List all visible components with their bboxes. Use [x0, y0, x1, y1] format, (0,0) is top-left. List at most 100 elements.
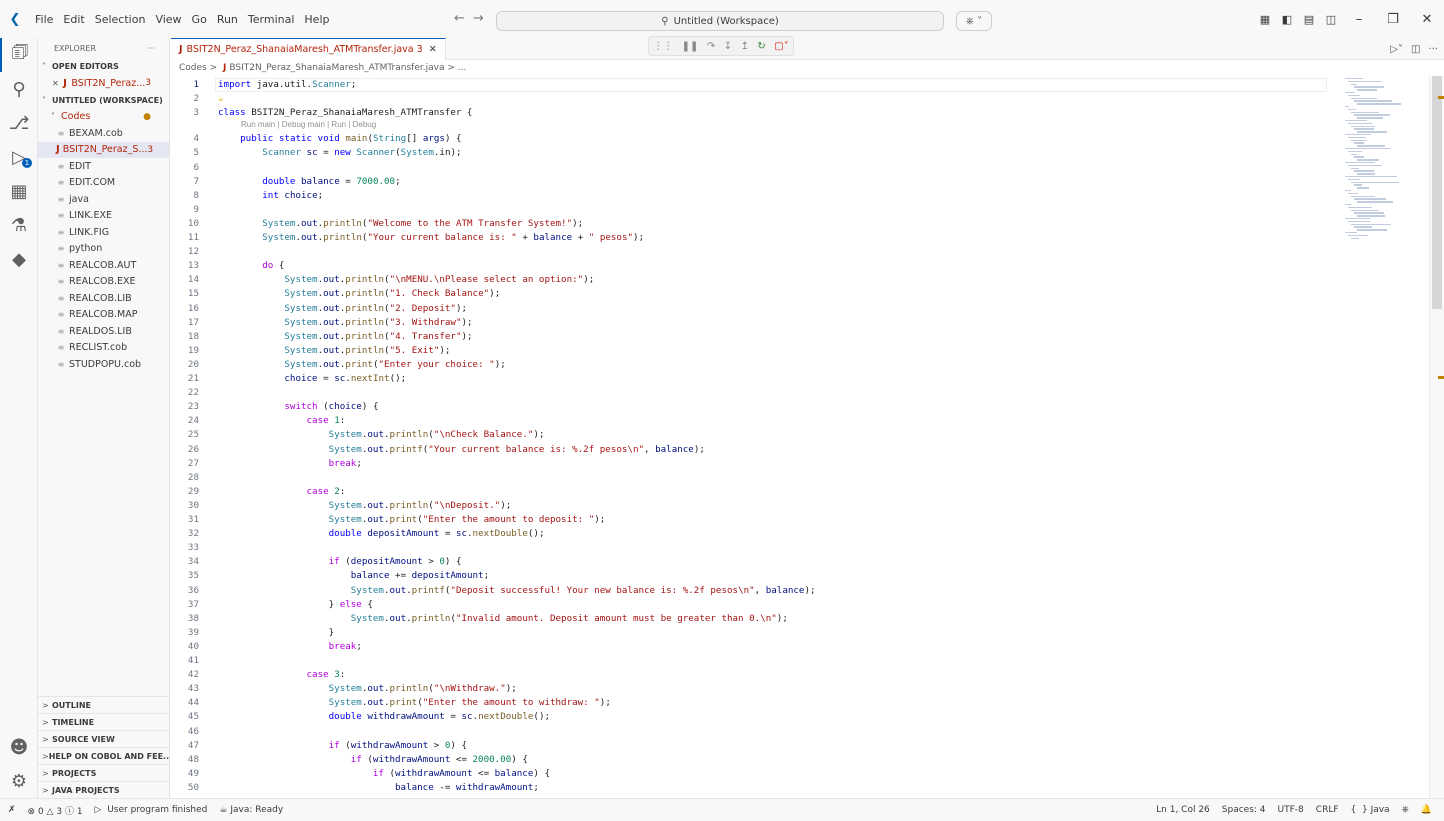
scrollbar-thumb[interactable]	[1432, 76, 1442, 309]
workspace-section[interactable]: ˅ UNTITLED (WORKSPACE)	[38, 92, 169, 109]
java-status[interactable]: ☕ Java: Ready	[219, 805, 283, 815]
language-mode[interactable]: { } Java	[1351, 805, 1390, 815]
indentation[interactable]: Spaces: 4	[1222, 805, 1266, 815]
code-line[interactable]: 29 case 2:	[171, 485, 1331, 499]
code-line[interactable]: 50 balance -= withdrawAmount;	[171, 781, 1331, 795]
minimap[interactable]	[1331, 76, 1429, 798]
code-line[interactable]: 13 do {	[171, 259, 1331, 273]
code-editor[interactable]: 1 import java.util.Scanner; 2 ☕ 3 class BSIT2…	[171, 76, 1331, 798]
stop-icon[interactable]: ▢˅	[774, 41, 788, 52]
copilot-button[interactable]: ⎈ ˅	[956, 11, 992, 31]
code-line[interactable]: 49 if (withdrawAmount <= balance) {	[171, 767, 1331, 781]
code-line[interactable]: 43 System.out.println("\nWithdraw.");	[171, 682, 1331, 696]
code-line[interactable]: 38 System.out.println("Invalid amount. D…	[171, 612, 1331, 626]
code-line[interactable]: 4 public static void main(String[] args)…	[171, 132, 1331, 146]
pause-icon[interactable]: ❚❚	[682, 41, 699, 52]
codelens-run-debug[interactable]: Run main | Debug main | Run | Debug	[241, 119, 376, 131]
code-line[interactable]: 2 ☕	[171, 92, 1331, 106]
code-line[interactable]: 6	[171, 161, 1331, 175]
search-view-icon[interactable]: ⚲	[0, 72, 38, 106]
code-line[interactable]: 40 break;	[171, 640, 1331, 654]
section-4[interactable]: > PROJECTS	[38, 764, 170, 781]
accounts-icon[interactable]: ☻	[0, 730, 38, 764]
step-into-icon[interactable]: ↧	[724, 41, 732, 52]
back-arrow-icon[interactable]: ←	[454, 11, 473, 26]
folder-codes[interactable]: ˅ Codes ●	[38, 109, 169, 126]
restart-icon[interactable]: ↻	[757, 41, 765, 52]
step-out-icon[interactable]: ↥	[741, 41, 749, 52]
editor-scrollbar[interactable]	[1429, 76, 1444, 798]
explorer-icon[interactable]: 🗊	[0, 38, 38, 72]
code-line[interactable]: 9	[171, 203, 1331, 217]
remote-icon[interactable]: ✗	[8, 805, 16, 815]
code-line[interactable]: 35 balance += depositAmount;	[171, 569, 1331, 583]
more-actions-icon[interactable]: ···	[1428, 44, 1438, 55]
manage-gear-icon[interactable]: ⚙	[0, 764, 38, 798]
file-item[interactable]: ≡ BEXAM.cob	[38, 125, 169, 142]
file-item[interactable]: ≡ LINK.FIG	[38, 224, 169, 241]
code-line[interactable]: 18 System.out.println("4. Transfer");	[171, 330, 1331, 344]
code-line[interactable]: 47 if (withdrawAmount > 0) {	[171, 739, 1331, 753]
source-control-icon[interactable]: ⎇	[0, 106, 38, 140]
code-line[interactable]: 44 System.out.print("Enter the amount to…	[171, 696, 1331, 710]
file-item[interactable]: ≡ REALCOB.LIB	[38, 290, 169, 307]
notifications-bell-icon[interactable]: 🔔	[1421, 805, 1432, 815]
toggle-panel-icon[interactable]: ▤	[1298, 13, 1320, 26]
code-line[interactable]: 10 System.out.println("Welcome to the AT…	[171, 217, 1331, 231]
run-debug-icon[interactable]: ▷ 1	[0, 140, 38, 174]
code-line[interactable]: 25 System.out.println("\nCheck Balance."…	[171, 428, 1331, 442]
run-status[interactable]: ▷ User program finished	[95, 805, 208, 815]
code-line[interactable]: 3 class BSIT2N_Peraz_ShanaiaMaresh_ATMTra…	[171, 106, 1331, 120]
breadcrumb-folder[interactable]: Codes	[179, 63, 207, 73]
section-5[interactable]: > JAVA PROJECTS	[38, 781, 170, 798]
code-line[interactable]: 36 System.out.printf("Deposit successful…	[171, 584, 1331, 598]
file-item[interactable]: ≡ REALDOS.LIB	[38, 323, 169, 340]
section-3[interactable]: > HELP ON COBOL AND FEE...	[38, 747, 170, 764]
problems-indicator[interactable]: ⊗ 0 △ 3 ⓘ 1	[28, 804, 83, 817]
file-item[interactable]: ≡ python	[38, 241, 169, 258]
extensions-icon[interactable]: ▦	[0, 174, 38, 208]
code-line[interactable]: 33	[171, 541, 1331, 555]
lightbulb-icon[interactable]: ☕	[218, 92, 223, 106]
close-tab-icon[interactable]: ✕	[429, 44, 437, 55]
code-line[interactable]: 37 } else {	[171, 598, 1331, 612]
code-line[interactable]: 5 Scanner sc = new Scanner(System.in);	[171, 146, 1331, 160]
code-line[interactable]: 41	[171, 654, 1331, 668]
file-item[interactable]: ≡ EDIT.COM	[38, 175, 169, 192]
more-actions-icon[interactable]: ···	[147, 44, 155, 53]
code-line[interactable]: 21 choice = sc.nextInt();	[171, 372, 1331, 386]
code-line[interactable]: 46	[171, 725, 1331, 739]
open-editors-section[interactable]: ˅ OPEN EDITORS	[38, 58, 169, 75]
toggle-secondary-sidebar-icon[interactable]: ◫	[1320, 13, 1342, 26]
close-window-icon[interactable]: ✕	[1410, 12, 1444, 27]
encoding[interactable]: UTF-8	[1278, 805, 1304, 815]
code-line[interactable]: 1 import java.util.Scanner;	[171, 78, 1331, 92]
code-line[interactable]: 34 if (depositAmount > 0) {	[171, 555, 1331, 569]
file-item[interactable]: ≡ java	[38, 191, 169, 208]
code-line[interactable]: 17 System.out.println("3. Withdraw");	[171, 316, 1331, 330]
copilot-status-icon[interactable]: ⎈	[1402, 805, 1409, 815]
drag-handle-icon[interactable]: ⋮⋮	[653, 41, 673, 52]
split-editor-icon[interactable]: ◫	[1411, 44, 1420, 55]
breadcrumb-file[interactable]: BSIT2N_Peraz_ShanaiaMaresh_ATMTransfer.j…	[229, 63, 444, 73]
file-item[interactable]: ≡ RECLIST.cob	[38, 340, 169, 357]
menu-help[interactable]: Help	[299, 13, 334, 26]
file-item[interactable]: J BSIT2N_Peraz_S... 3	[38, 141, 169, 158]
code-line[interactable]: 31 System.out.print("Enter the amount to…	[171, 513, 1331, 527]
menu-run[interactable]: Run	[212, 13, 243, 26]
code-line[interactable]: 14 System.out.println("\nMENU.\nPlease s…	[171, 273, 1331, 287]
code-line[interactable]: 20 System.out.print("Enter your choice: …	[171, 358, 1331, 372]
customize-layout-icon[interactable]: ▦	[1254, 13, 1276, 26]
open-editor-item[interactable]: ✕ J BSIT2N_Peraz... 3	[38, 75, 169, 92]
section-1[interactable]: > TIMELINE	[38, 713, 170, 730]
code-line[interactable]: 16 System.out.println("2. Deposit");	[171, 302, 1331, 316]
code-line[interactable]: 24 case 1:	[171, 414, 1331, 428]
forward-arrow-icon[interactable]: →	[473, 11, 492, 26]
toggle-sidebar-icon[interactable]: ◧	[1276, 13, 1298, 26]
code-line[interactable]: 7 double balance = 7000.00;	[171, 175, 1331, 189]
code-line[interactable]: 28	[171, 471, 1331, 485]
code-line[interactable]: 45 double withdrawAmount = sc.nextDouble…	[171, 710, 1331, 724]
close-icon[interactable]: ✕	[52, 79, 59, 88]
section-0[interactable]: > OUTLINE	[38, 696, 170, 713]
code-line[interactable]: 15 System.out.println("1. Check Balance"…	[171, 287, 1331, 301]
